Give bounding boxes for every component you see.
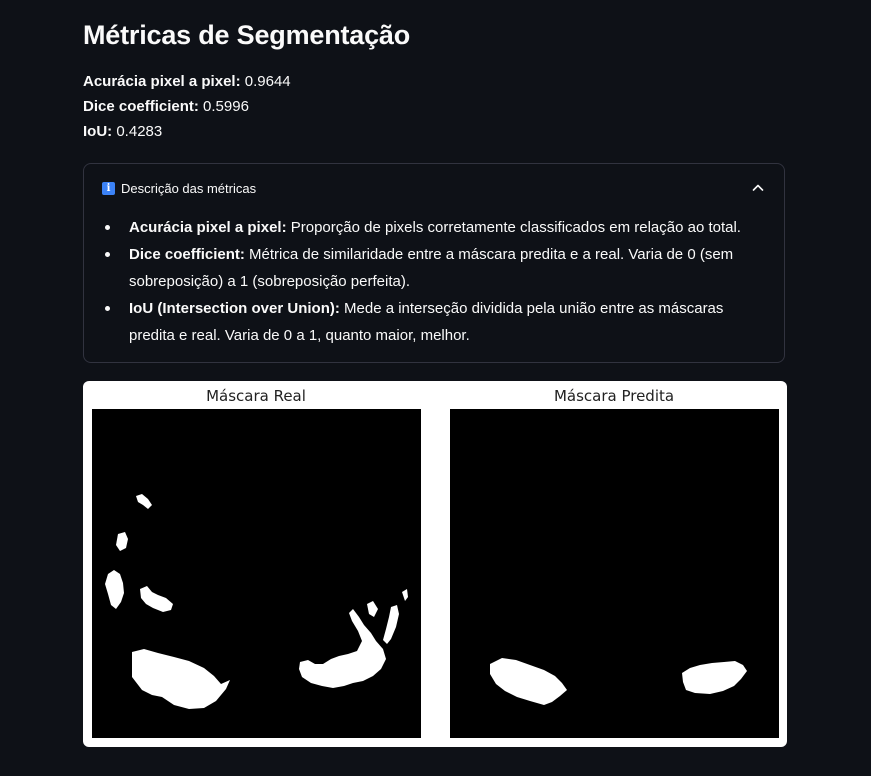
mask-comparison-figure: Máscara Real Máscara Predita [83,381,787,747]
real-mask-image [92,409,421,738]
expander-header[interactable]: i Descrição das métricas [102,178,766,198]
list-item-term: IoU (Intersection over Union): [129,300,340,317]
list-item: Acurácia pixel a pixel: Proporção de pix… [105,214,764,241]
metrics-description-list: Acurácia pixel a pixel: Proporção de pix… [105,214,764,349]
list-item: IoU (Intersection over Union): Mede a in… [105,295,764,349]
expander-title: Descrição das métricas [121,180,257,196]
real-mask-title: Máscara Real [206,387,306,405]
metric-dice-value: 0.5996 [203,98,249,115]
metric-accuracy-value: 0.9644 [244,73,291,90]
metric-iou: IoU: 0.4283 [83,123,162,140]
metric-dice: Dice coefficient: 0.5996 [83,98,249,115]
list-item: Dice coefficient: Métrica de similaridad… [105,241,764,295]
info-icon: i [102,181,115,195]
metrics-description-expander: i Descrição das métricas Acurácia pixel … [83,163,785,363]
metric-iou-value: 0.4283 [116,123,163,140]
metric-accuracy: Acurácia pixel a pixel: 0.9644 [83,73,291,90]
chevron-up-icon[interactable] [750,180,766,196]
predicted-mask-image [450,409,779,738]
page-title: Métricas de Segmentação [83,20,411,50]
list-item-text: Proporção de pixels corretamente classif… [290,219,741,236]
metric-accuracy-label: Acurácia pixel a pixel: [83,73,241,90]
list-item-term: Dice coefficient: [129,246,245,263]
predicted-mask-title: Máscara Predita [553,387,675,405]
metric-iou-label: IoU: [83,123,113,140]
list-item-term: Acurácia pixel a pixel: [129,219,287,236]
metric-dice-label: Dice coefficient: [83,98,199,115]
